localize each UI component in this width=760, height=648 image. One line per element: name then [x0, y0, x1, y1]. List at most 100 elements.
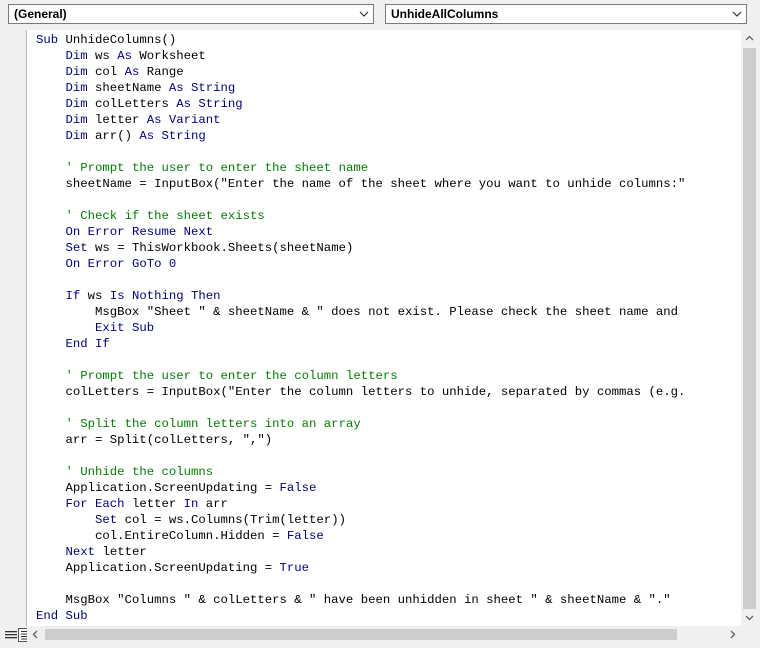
code-keyword: String — [191, 81, 236, 95]
vertical-scrollbar[interactable] — [741, 30, 758, 626]
code-lines: Sub UnhideColumns() Dim ws As Worksheet … — [36, 32, 685, 624]
code-text: UnhideColumns() — [65, 33, 177, 47]
code-line[interactable]: Next letter — [36, 544, 685, 560]
code-line[interactable]: Dim arr() As String — [36, 128, 685, 144]
code-line[interactable]: MsgBox "Columns " & colLetters & " have … — [36, 592, 685, 608]
code-line[interactable]: On Error Resume Next — [36, 224, 685, 240]
code-keyword: Exit Sub — [95, 321, 155, 335]
code-line[interactable]: ' Unhide the columns — [36, 464, 685, 480]
code-text: col.EntireColumn.Hidden = — [36, 529, 287, 543]
object-dropdown[interactable]: (General) — [8, 4, 374, 24]
code-line[interactable]: End If — [36, 336, 685, 352]
code-text: letter — [87, 113, 147, 127]
procedure-dropdown[interactable]: UnhideAllColumns — [385, 4, 747, 24]
code-keyword: False — [286, 529, 324, 543]
code-keyword: If — [65, 289, 81, 303]
horizontal-scrollbar[interactable] — [27, 626, 741, 643]
code-keyword: As — [146, 113, 162, 127]
code-keyword: Dim — [65, 81, 88, 95]
code-line[interactable]: ' Prompt the user to enter the column le… — [36, 368, 685, 384]
code-line[interactable]: Dim ws As Worksheet — [36, 48, 685, 64]
code-line[interactable]: ' Check if the sheet exists — [36, 208, 685, 224]
code-line[interactable]: Set col = ws.Columns(Trim(letter)) — [36, 512, 685, 528]
code-line[interactable]: Dim col As Range — [36, 64, 685, 80]
code-keyword: As — [139, 129, 155, 143]
object-dropdown-value: (General) — [14, 7, 67, 21]
code-line[interactable]: Dim sheetName As String — [36, 80, 685, 96]
code-keyword: As — [117, 49, 132, 63]
code-keyword: Variant — [168, 113, 221, 127]
code-line[interactable]: ' Split the column letters into an array — [36, 416, 685, 432]
code-text: colLetters = InputBox("Enter the column … — [36, 385, 686, 399]
code-keyword: End If — [65, 337, 110, 351]
code-editor: Sub UnhideColumns() Dim ws As Worksheet … — [0, 30, 760, 648]
code-line[interactable]: Sub UnhideColumns() — [36, 32, 685, 48]
procedure-view-icon[interactable] — [4, 628, 18, 642]
scroll-up-icon[interactable] — [741, 30, 758, 47]
code-text: col — [87, 65, 125, 79]
horizontal-scroll-thumb[interactable] — [45, 629, 677, 640]
code-text: Worksheet — [131, 49, 206, 63]
code-text: arr = Split(colLetters, ",") — [36, 433, 273, 447]
code-keyword: False — [279, 481, 317, 495]
code-line[interactable]: ' Prompt the user to enter the sheet nam… — [36, 160, 685, 176]
code-line[interactable] — [36, 144, 685, 160]
code-line[interactable]: If ws Is Nothing Then — [36, 288, 685, 304]
code-comment: ' Prompt the user to enter the sheet nam… — [65, 161, 369, 175]
code-keyword: In — [183, 497, 199, 511]
code-text: ws = ThisWorkbook.Sheets(sheetName) — [87, 241, 354, 255]
code-text: col = ws.Columns(Trim(letter)) — [117, 513, 346, 527]
margin-indicator-bar[interactable] — [5, 30, 27, 626]
code-keyword: String — [198, 97, 243, 111]
code-keyword: Dim — [65, 129, 88, 143]
code-comment: ' Check if the sheet exists — [65, 209, 265, 223]
code-line[interactable]: Exit Sub — [36, 320, 685, 336]
code-text: colLetters — [87, 97, 177, 111]
code-line[interactable]: colLetters = InputBox("Enter the column … — [36, 384, 686, 400]
code-line[interactable]: sheetName = InputBox("Enter the name of … — [36, 176, 686, 192]
code-text: letter — [124, 497, 184, 511]
vertical-scroll-thumb[interactable] — [743, 48, 756, 609]
code-comment: ' Unhide the columns — [65, 465, 214, 479]
scroll-right-icon[interactable] — [724, 626, 741, 643]
code-text: arr — [198, 497, 228, 511]
code-line[interactable]: End Sub — [36, 608, 685, 624]
code-line[interactable] — [36, 448, 685, 464]
bottom-bar — [0, 626, 760, 648]
code-line[interactable]: Application.ScreenUpdating = True — [36, 560, 685, 576]
code-text: arr() — [87, 129, 140, 143]
code-text: ws — [87, 49, 118, 63]
code-line[interactable] — [36, 352, 685, 368]
code-line[interactable]: Application.ScreenUpdating = False — [36, 480, 685, 496]
code-text: MsgBox "Sheet " & sheetName & " does not… — [36, 305, 679, 319]
code-keyword: Dim — [65, 97, 88, 111]
code-line[interactable]: For Each letter In arr — [36, 496, 685, 512]
code-line[interactable]: Dim colLetters As String — [36, 96, 685, 112]
code-line[interactable]: col.EntireColumn.Hidden = False — [36, 528, 685, 544]
code-line[interactable]: Dim letter As Variant — [36, 112, 685, 128]
code-line[interactable] — [36, 272, 685, 288]
code-keyword: Is Nothing Then — [109, 289, 221, 303]
code-line[interactable]: On Error GoTo 0 — [36, 256, 685, 272]
code-text: letter — [95, 545, 147, 559]
code-line[interactable]: Set ws = ThisWorkbook.Sheets(sheetName) — [36, 240, 685, 256]
code-line[interactable] — [36, 576, 685, 592]
code-line[interactable] — [36, 192, 685, 208]
code-line[interactable]: MsgBox "Sheet " & sheetName & " does not… — [36, 304, 685, 320]
scroll-left-icon[interactable] — [27, 626, 44, 643]
code-pane[interactable]: Sub UnhideColumns() Dim ws As Worksheet … — [27, 30, 741, 626]
scroll-down-icon[interactable] — [741, 609, 758, 626]
code-line[interactable]: arr = Split(colLetters, ",") — [36, 432, 685, 448]
code-line[interactable] — [36, 400, 685, 416]
